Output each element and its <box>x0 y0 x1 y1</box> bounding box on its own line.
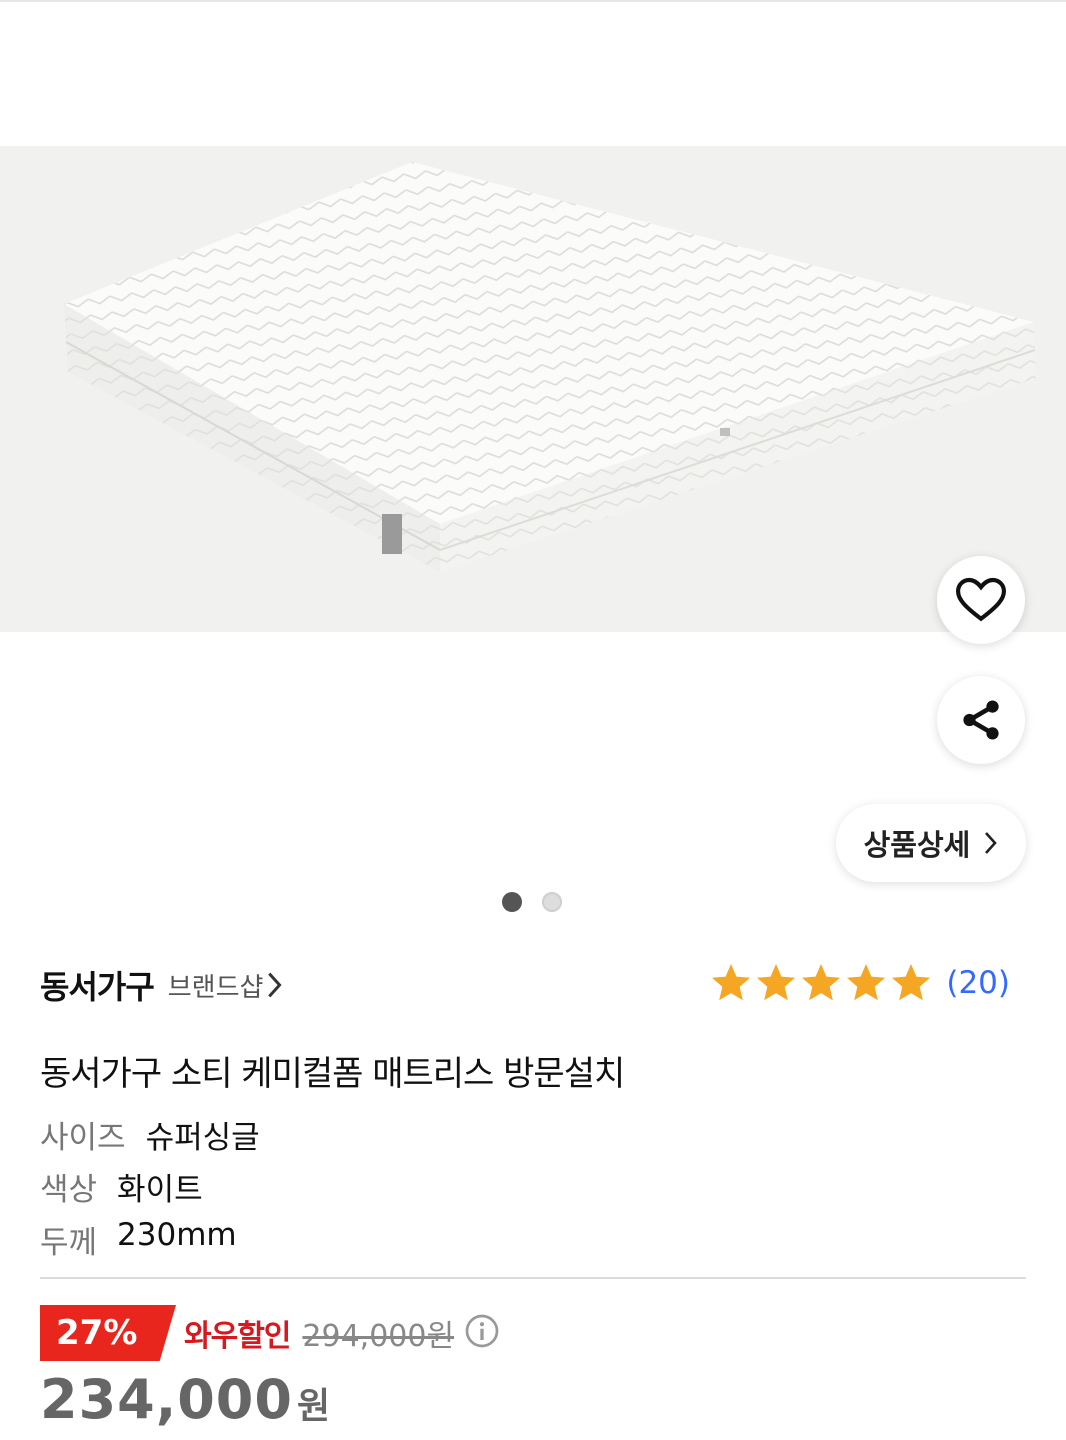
section-divider <box>40 1277 1026 1279</box>
product-image[interactable] <box>0 146 1066 632</box>
wow-discount-label: 와우할인 <box>184 1319 291 1354</box>
product-title: 동서가구 소티 케미컬폼 매트리스 방문설치 <box>40 1054 625 1094</box>
spec-key: 두께 <box>40 1225 98 1261</box>
product-page: 상품상세 동서가구 브랜드샵 (20) 동서가구 소티 케미컬폼 매트리스 방문… <box>0 0 1066 1440</box>
discount-row: 27% 와우할인 294,000원 <box>40 1305 500 1361</box>
info-icon <box>465 1314 499 1348</box>
final-price-amount: 234,000 <box>40 1368 293 1431</box>
brand-shop-link[interactable]: 브랜드샵 <box>168 967 284 1004</box>
review-count[interactable]: (20) <box>946 965 1010 1001</box>
spec-value: 슈퍼싱글 <box>145 1120 260 1156</box>
spec-value: 230mm <box>117 1217 237 1253</box>
heart-outline-icon <box>956 577 1006 622</box>
original-price: 294,000원 <box>302 1319 455 1354</box>
star-rating-icons <box>712 964 931 1001</box>
carousel-dot-active[interactable] <box>502 892 522 912</box>
brand-row: 동서가구 브랜드샵 <box>40 962 283 1008</box>
share-icon <box>963 700 999 740</box>
brand-shop-label: 브랜드샵 <box>167 972 264 1003</box>
price-info-button[interactable] <box>464 1313 500 1353</box>
final-price-currency: 원 <box>296 1386 331 1427</box>
chevron-right-icon <box>985 832 998 854</box>
spec-size: 사이즈 슈퍼싱글 <box>40 1112 260 1157</box>
product-detail-label: 상품상세 <box>863 828 971 862</box>
chevron-right-icon <box>268 972 283 998</box>
spec-value: 화이트 <box>117 1172 203 1208</box>
carousel-indicator <box>502 892 562 912</box>
spec-color: 색상 화이트 <box>40 1164 203 1209</box>
spec-key: 사이즈 <box>40 1120 126 1156</box>
brand-name[interactable]: 동서가구 <box>40 962 155 1008</box>
rating[interactable]: (20) <box>710 962 1010 1004</box>
mattress-illustration <box>0 146 1066 632</box>
top-divider <box>0 0 1066 2</box>
like-button[interactable] <box>937 556 1025 644</box>
carousel-dot[interactable] <box>542 892 562 912</box>
discount-badge: 27% <box>40 1305 176 1361</box>
share-button[interactable] <box>937 676 1025 764</box>
spec-thickness: 두께 230mm <box>40 1217 237 1262</box>
spec-key: 색상 <box>40 1172 98 1208</box>
final-price: 234,000 원 <box>40 1368 330 1431</box>
product-detail-button[interactable]: 상품상세 <box>836 804 1026 882</box>
